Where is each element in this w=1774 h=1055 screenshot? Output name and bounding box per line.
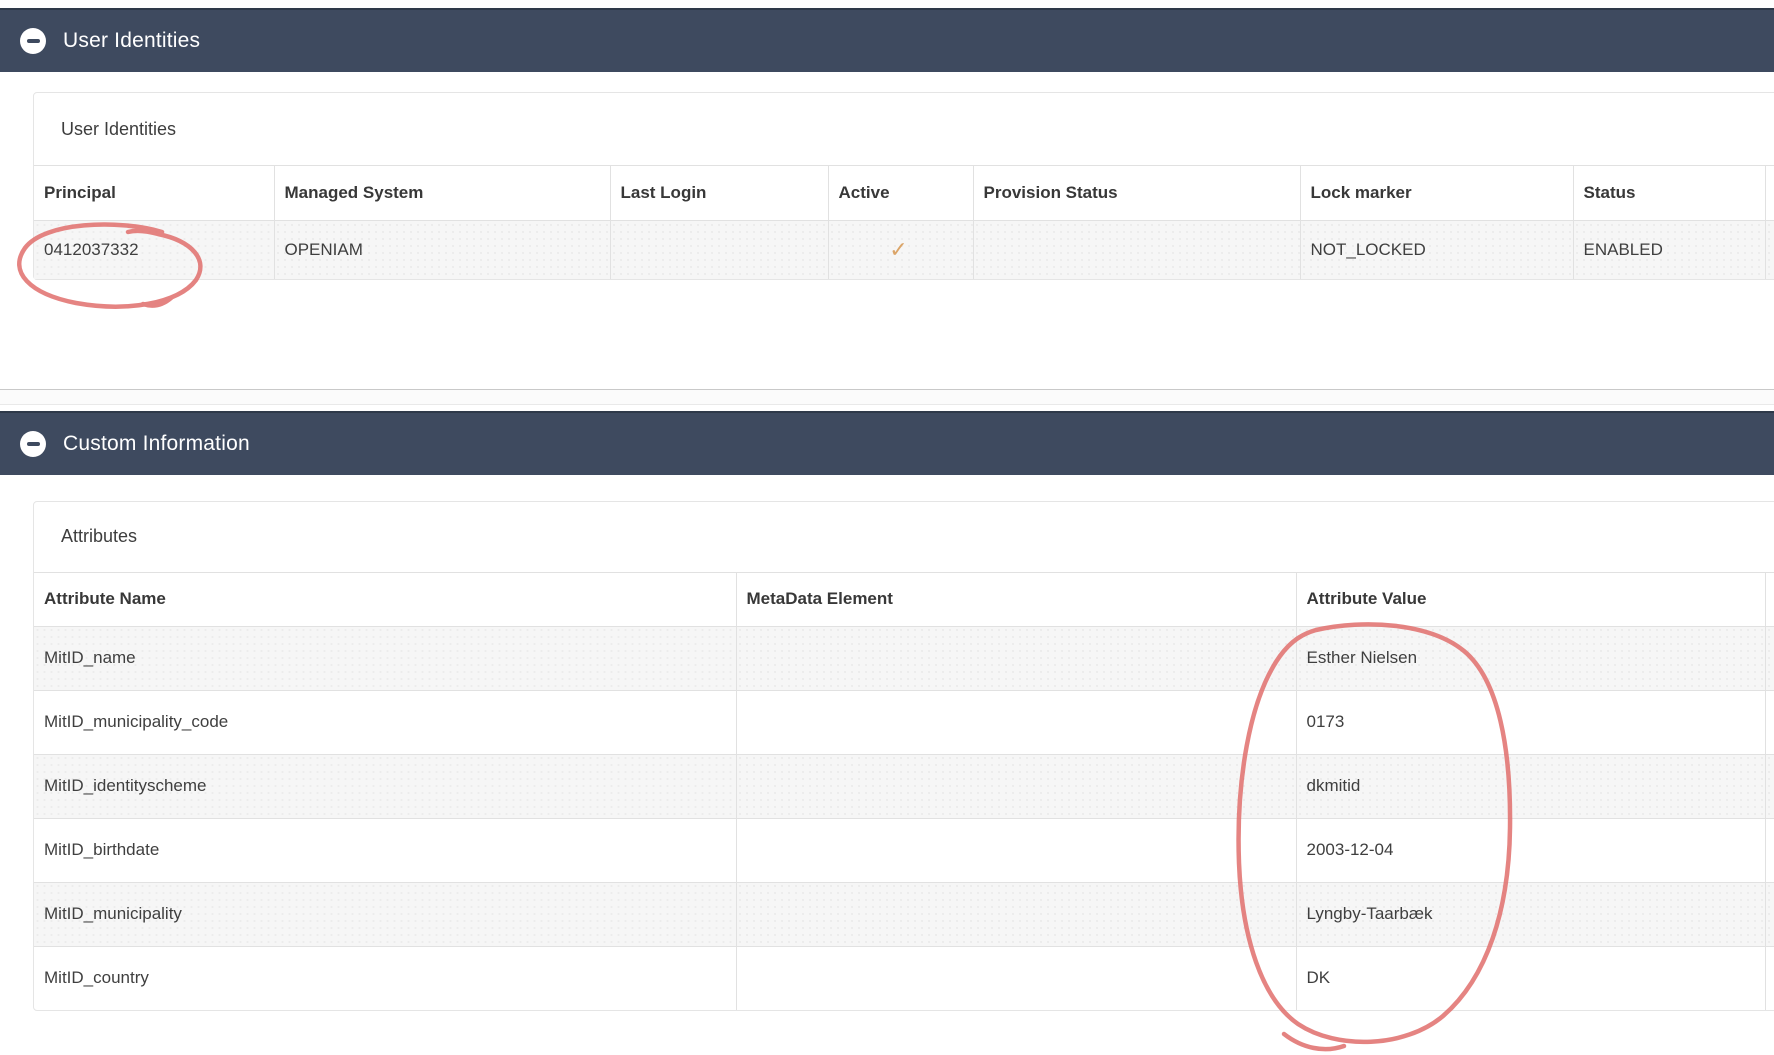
section-header-custom-information[interactable]: Custom Information — [0, 411, 1774, 475]
cell-extra — [1765, 754, 1774, 818]
cell-attribute-value: 0173 — [1296, 690, 1765, 754]
cell-lock-marker: NOT_LOCKED — [1300, 221, 1573, 279]
attribute-row[interactable]: MitID_municipality Lyngby-Taarbæk — [34, 882, 1774, 946]
column-header-active: Active — [828, 166, 973, 221]
card-title: User Identities — [34, 93, 1774, 165]
table-header-row: Attribute Name MetaData Element Attribut… — [34, 572, 1774, 626]
cell-metadata-element — [736, 690, 1296, 754]
cell-provision-status — [973, 221, 1300, 279]
cell-metadata-element — [736, 626, 1296, 690]
column-header-extra — [1765, 572, 1774, 626]
annotation-circle-principal-tail — [143, 298, 171, 306]
section-divider — [0, 389, 1774, 405]
cell-attribute-value: dkmitid — [1296, 754, 1765, 818]
collapse-minus-icon[interactable] — [20, 431, 46, 457]
cell-extra — [1765, 221, 1774, 279]
cell-status: ENABLED — [1573, 221, 1765, 279]
column-header-provision-status: Provision Status — [973, 166, 1300, 221]
cell-extra — [1765, 882, 1774, 946]
cell-metadata-element — [736, 946, 1296, 1010]
cell-attribute-value: Esther Nielsen — [1296, 626, 1765, 690]
column-header-lock-marker: Lock marker — [1300, 166, 1573, 221]
cell-managed-system: OPENIAM — [274, 221, 610, 279]
attribute-row[interactable]: MitID_name Esther Nielsen — [34, 626, 1774, 690]
attribute-row[interactable]: MitID_birthdate 2003-12-04 — [34, 818, 1774, 882]
cell-attribute-value: DK — [1296, 946, 1765, 1010]
cell-attribute-name: MitID_municipality_code — [34, 690, 736, 754]
collapse-minus-icon[interactable] — [20, 28, 46, 54]
cell-attribute-name: MitID_municipality — [34, 882, 736, 946]
attribute-row[interactable]: MitID_country DK — [34, 946, 1774, 1010]
table-header-row: Principal Managed System Last Login Acti… — [34, 166, 1774, 221]
section-title: User Identities — [63, 29, 200, 53]
column-header-principal: Principal — [34, 166, 274, 221]
attribute-row[interactable]: MitID_municipality_code 0173 — [34, 690, 1774, 754]
cell-attribute-name: MitID_country — [34, 946, 736, 1010]
column-header-attribute-name: Attribute Name — [34, 572, 736, 626]
cell-metadata-element — [736, 818, 1296, 882]
section-header-user-identities[interactable]: User Identities — [0, 8, 1774, 72]
cell-attribute-name: MitID_birthdate — [34, 818, 736, 882]
cell-extra — [1765, 690, 1774, 754]
cell-attribute-value: 2003-12-04 — [1296, 818, 1765, 882]
cell-attribute-value: Lyngby-Taarbæk — [1296, 882, 1765, 946]
section-title: Custom Information — [63, 432, 250, 456]
attributes-table: Attribute Name MetaData Element Attribut… — [34, 572, 1774, 1011]
user-identities-table: Principal Managed System Last Login Acti… — [34, 165, 1774, 279]
cell-metadata-element — [736, 754, 1296, 818]
column-header-status: Status — [1573, 166, 1765, 221]
cell-active: ✓ — [828, 221, 973, 279]
card-title: Attributes — [34, 502, 1774, 572]
attribute-row[interactable]: MitID_identityscheme dkmitid — [34, 754, 1774, 818]
cell-attribute-name: MitID_name — [34, 626, 736, 690]
cell-extra — [1765, 818, 1774, 882]
column-header-metadata-element: MetaData Element — [736, 572, 1296, 626]
active-checkmark-icon: ✓ — [839, 237, 973, 263]
attributes-card: Attributes Attribute Name MetaData Eleme… — [33, 501, 1774, 1012]
cell-metadata-element — [736, 882, 1296, 946]
column-header-managed-system: Managed System — [274, 166, 610, 221]
cell-attribute-name: MitID_identityscheme — [34, 754, 736, 818]
user-identities-card: User Identities Principal Managed System… — [33, 92, 1774, 280]
column-header-extra — [1765, 166, 1774, 221]
cell-principal: 0412037332 — [34, 221, 274, 279]
cell-extra — [1765, 946, 1774, 1010]
column-header-attribute-value: Attribute Value — [1296, 572, 1765, 626]
column-header-last-login: Last Login — [610, 166, 828, 221]
identity-row[interactable]: 0412037332 OPENIAM ✓ NOT_LOCKED ENABLED — [34, 221, 1774, 279]
cell-extra — [1765, 626, 1774, 690]
cell-last-login — [610, 221, 828, 279]
